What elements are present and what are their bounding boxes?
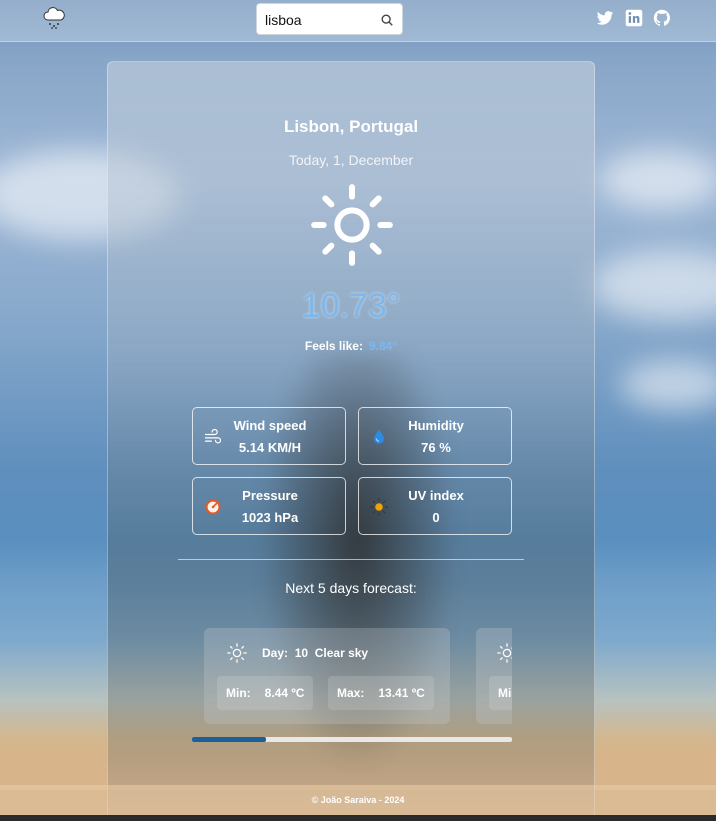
forecast-day-number: 10 [294,646,309,660]
water-drop-icon [374,429,384,444]
forecast-max-label: Max: [337,686,365,700]
stat-title: Humidity [408,418,464,433]
cloud-snow-icon[interactable] [42,6,66,30]
forecast-max-value: 13.41 ºC [378,686,425,700]
top-bar [0,0,716,42]
background-cloud [600,150,716,210]
sun-icon [311,184,393,266]
stat-pressure: Pressure 1023 hPa [192,477,346,535]
sun-icon [227,643,247,663]
forecast-title: Next 5 days forecast: [285,580,417,596]
forecast-scrollbar-thumb[interactable] [192,737,266,742]
weather-card: Lisbon, Portugal Today, 1, December 10.7… [107,61,595,821]
stat-value: 5.14 KM/H [238,440,302,455]
forecast-min-pill: Min: 8.44 ºC [217,676,314,710]
stat-title: Pressure [242,488,298,503]
search-box [256,3,403,35]
gauge-icon [205,499,221,515]
forecast-min-value: 8.44 ºC [264,686,305,700]
city-name: Lisbon, Portugal [283,117,419,136]
stat-value: 0 [432,510,440,525]
background-cloud [590,250,716,320]
forecast-min-label: Mi [498,686,512,700]
twitter-icon[interactable] [596,9,614,27]
stat-value: 76 % [421,440,451,455]
current-date: Today, 1, December [288,152,414,168]
stat-title: UV index [408,488,464,503]
linkedin-icon[interactable] [625,9,643,27]
stat-title: Wind speed [233,418,307,433]
forecast-max-pill: Max: 13.41 ºC [328,676,434,710]
forecast-min-pill: Mi [489,676,512,710]
sun-icon [370,498,388,516]
stat-wind-speed: Wind speed 5.14 KM/H [192,407,346,465]
forecast-day-card: Mi [476,628,512,724]
current-temperature: 10.73° [301,287,401,325]
forecast-description: Clear sky [314,646,369,660]
feels-like-label: Feels like: [304,339,363,353]
forecast-day-summary: Day: 10 Clear sky [262,646,368,660]
stat-uv-index: UV index 0 [358,477,512,535]
divider [178,559,524,560]
sun-icon [497,643,512,663]
stat-value: 1023 hPa [241,510,299,525]
github-icon[interactable] [653,9,671,27]
forecast-scrollbar[interactable] [192,737,512,742]
forecast-carousel[interactable]: Day: 10 Clear sky Min: 8.44 ºC Max: 13.4… [192,628,512,724]
feels-like-value: 9.84° [368,339,398,353]
wind-icon [204,428,222,444]
feels-like: Feels like: 9.84° [108,339,594,353]
stat-humidity: Humidity 76 % [358,407,512,465]
forecast-min-label: Min: [226,686,251,700]
search-input[interactable] [265,10,380,30]
bottom-strip [0,815,716,821]
forecast-day-label: Day: [262,646,289,660]
background-cloud [620,360,716,410]
search-icon[interactable] [380,13,394,27]
footer: © João Saraiva - 2024 [0,785,716,815]
forecast-day-card: Day: 10 Clear sky Min: 8.44 ºC Max: 13.4… [204,628,450,724]
